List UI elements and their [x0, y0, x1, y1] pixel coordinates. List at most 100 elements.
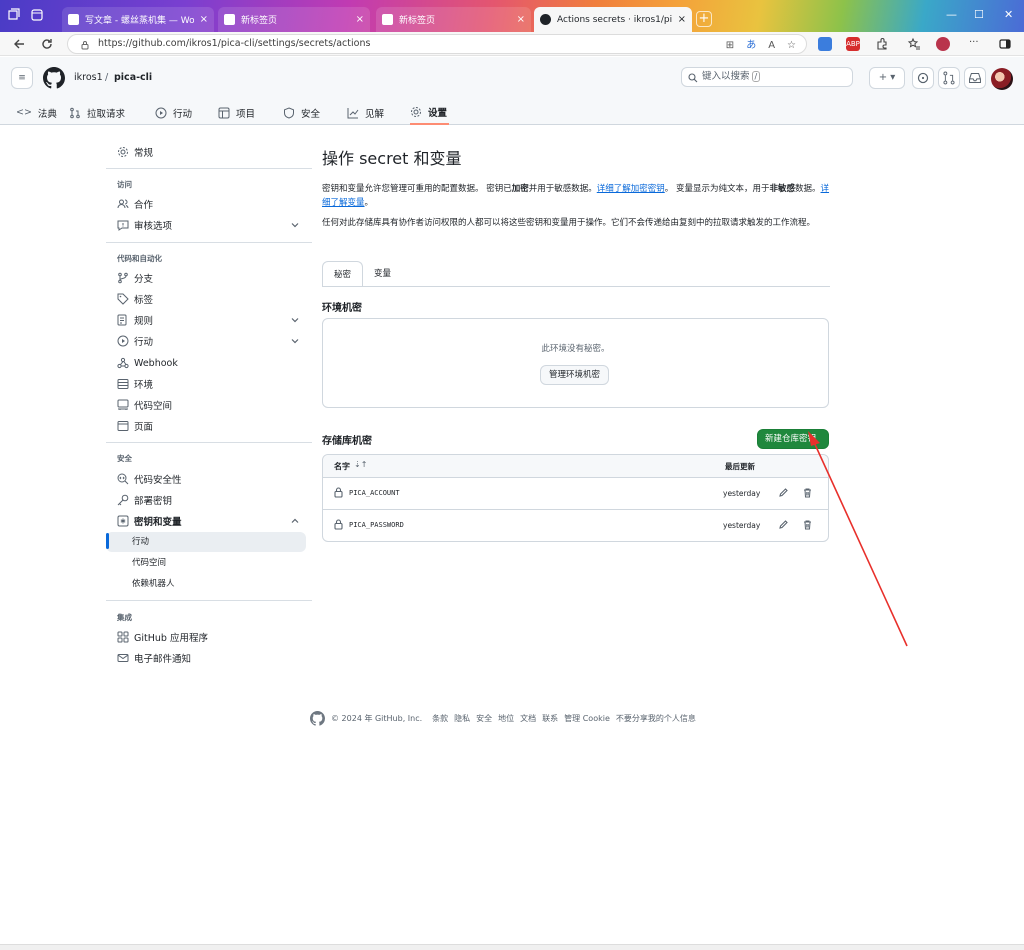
tab-close-icon[interactable]: × — [517, 14, 525, 25]
sidebar-item-general[interactable]: 常规 — [106, 142, 306, 162]
favorite-star-icon[interactable]: ☆ — [787, 37, 796, 55]
footer-link-contact[interactable]: 联系 — [542, 713, 558, 724]
browser-tab-new-1[interactable]: 新标签页 × — [218, 7, 370, 32]
github-logo-icon[interactable] — [43, 67, 65, 89]
repo-tab-label: 见解 — [365, 108, 385, 120]
chevron-up-icon[interactable] — [290, 516, 300, 526]
repo-tab-insights[interactable]: 见解 — [347, 100, 384, 125]
pencil-icon[interactable] — [778, 519, 789, 530]
sidebar-item-collaborators[interactable]: 合作 — [106, 194, 306, 214]
tab-actions-icon[interactable] — [30, 8, 44, 22]
sidebar-item-environments[interactable]: 环境 — [106, 374, 306, 394]
chevron-down-icon[interactable] — [290, 220, 300, 230]
sidebar-item-label: 电子邮件通知 — [134, 654, 192, 665]
lock-icon[interactable] — [80, 39, 90, 50]
text-bold: 非敏感 — [769, 184, 795, 194]
app-available-icon[interactable]: ⊞ — [726, 37, 734, 55]
window-bottom-edge — [0, 944, 1024, 950]
maximize-icon[interactable]: ☐ — [974, 8, 984, 21]
search-input[interactable]: 键入以搜索 / — [681, 67, 853, 87]
breadcrumb-repo[interactable]: pica-cli — [114, 72, 152, 83]
sidebar-item-code-security[interactable]: 代码安全性 — [106, 469, 306, 489]
sidebar-item-deploy-keys[interactable]: 部署密钥 — [106, 490, 306, 510]
comment-report-icon — [117, 219, 129, 231]
sidebar-subitem-dependabot[interactable]: 依赖机器人 — [106, 574, 306, 594]
chevron-down-icon[interactable] — [290, 336, 300, 346]
repo-tab-projects[interactable]: 项目 — [218, 100, 255, 125]
repo-tab-security[interactable]: 安全 — [283, 100, 320, 125]
github-mark-icon[interactable] — [310, 711, 325, 726]
refresh-icon[interactable] — [40, 37, 54, 51]
read-aloud-icon[interactable]: A — [768, 37, 775, 55]
breadcrumb-owner[interactable]: ikros1 — [74, 72, 103, 83]
browser-tab-wordpress[interactable]: 写文章 - 螺丝蒸机集 — WordPress × — [62, 7, 214, 32]
sidebar-subitem-actions[interactable]: 行动 — [106, 532, 306, 552]
adblock-plus-icon[interactable]: ABP — [846, 37, 860, 51]
issues-icon[interactable] — [912, 67, 934, 89]
learn-encrypted-secrets-link[interactable]: 详细了解加密密钥 — [597, 184, 665, 194]
search-icon — [688, 72, 698, 83]
sidebar-item-github-apps[interactable]: GitHub 应用程序 — [106, 627, 306, 647]
footer-link-docs[interactable]: 文档 — [520, 713, 536, 724]
close-window-icon[interactable]: ✕ — [1004, 8, 1013, 21]
chevron-down-icon[interactable] — [290, 315, 300, 325]
sidebar-item-pages[interactable]: 页面 — [106, 416, 306, 436]
hamburger-menu-icon[interactable]: ≡ — [11, 67, 33, 89]
new-repository-secret-button[interactable]: 新建仓库密钥 — [757, 429, 829, 449]
favorites-icon[interactable] — [907, 37, 921, 51]
sidebar-subitem-codespaces[interactable]: 代码空间 — [106, 553, 306, 573]
repo-tab-settings[interactable]: 设置 — [410, 100, 450, 125]
translate-icon[interactable]: あ — [746, 37, 756, 55]
footer-link-security[interactable]: 安全 — [476, 713, 492, 724]
extension-blue-icon[interactable] — [818, 37, 832, 51]
tab-secrets[interactable]: 秘密 — [322, 261, 364, 287]
browser-tab-new-2[interactable]: 新标签页 × — [376, 7, 531, 32]
pencil-icon[interactable] — [778, 487, 789, 498]
workspaces-icon[interactable] — [6, 8, 20, 22]
url-text[interactable]: https://github.com/ikros1/pica-cli/setti… — [98, 38, 370, 49]
sidebar-item-webhooks[interactable]: Webhook — [106, 353, 306, 373]
tab-close-icon[interactable]: × — [200, 14, 208, 25]
sidebar-item-tags[interactable]: 标签 — [106, 289, 306, 309]
tab-variables[interactable]: 变量 — [363, 261, 402, 287]
minimize-icon[interactable]: — — [946, 8, 957, 21]
repo-tab-code[interactable]: <> 法典 — [16, 100, 57, 125]
pull-request-icon — [69, 107, 81, 119]
sidebar-item-codespaces[interactable]: 代码空间 — [106, 395, 306, 415]
newtab-favicon-icon — [224, 14, 235, 25]
extensions-puzzle-icon[interactable] — [875, 37, 889, 51]
sort-icon[interactable]: ⇣↑ — [354, 460, 367, 469]
more-menu-icon[interactable]: ··· — [969, 37, 983, 51]
tab-label: 新标签页 — [399, 16, 436, 26]
footer-link-manage-cookies[interactable]: 管理 Cookie — [564, 713, 610, 724]
footer-link-status[interactable]: 地位 — [498, 713, 514, 724]
browser-tab-actions-secrets[interactable]: Actions secrets · ikros1/pica-cli × — [534, 7, 692, 32]
back-icon[interactable] — [12, 37, 26, 51]
sidebar-toggle-icon[interactable] — [998, 37, 1012, 51]
sidebar-item-moderation[interactable]: 审核选项 — [106, 215, 306, 235]
tab-close-icon[interactable]: × — [356, 14, 364, 25]
repo-tab-actions[interactable]: 行动 — [155, 100, 192, 125]
footer-link-privacy[interactable]: 隐私 — [454, 713, 470, 724]
address-bar[interactable]: https://github.com/ikros1/pica-cli/setti… — [67, 34, 807, 54]
new-tab-button[interactable]: + — [696, 11, 712, 27]
sidebar-item-secrets-variables[interactable]: 密钥和变量 — [106, 511, 306, 531]
gear-icon — [410, 106, 422, 118]
profile-avatar-icon[interactable] — [936, 37, 950, 51]
manage-environment-secrets-button[interactable]: 管理环境机密 — [540, 365, 610, 385]
sidebar-item-branches[interactable]: 分支 — [106, 268, 306, 288]
user-avatar[interactable] — [991, 68, 1013, 90]
repo-tab-pull-requests[interactable]: 拉取请求 — [69, 100, 125, 125]
sidebar-item-rules[interactable]: 规则 — [106, 310, 306, 330]
trash-icon[interactable] — [802, 487, 813, 498]
sidebar-item-email-notifications[interactable]: 电子邮件通知 — [106, 648, 306, 668]
pull-requests-icon[interactable] — [938, 67, 960, 89]
inbox-icon[interactable] — [964, 67, 986, 89]
trash-icon[interactable] — [802, 519, 813, 530]
sidebar-item-actions[interactable]: 行动 — [106, 331, 306, 351]
tab-close-icon[interactable]: × — [678, 14, 686, 25]
footer-link-terms[interactable]: 条款 — [432, 713, 448, 724]
create-new-button[interactable]: + ▾ — [869, 67, 905, 89]
column-name-header[interactable]: 名字 — [334, 461, 350, 472]
footer-link-do-not-share[interactable]: 不要分享我的个人信息 — [616, 713, 696, 724]
